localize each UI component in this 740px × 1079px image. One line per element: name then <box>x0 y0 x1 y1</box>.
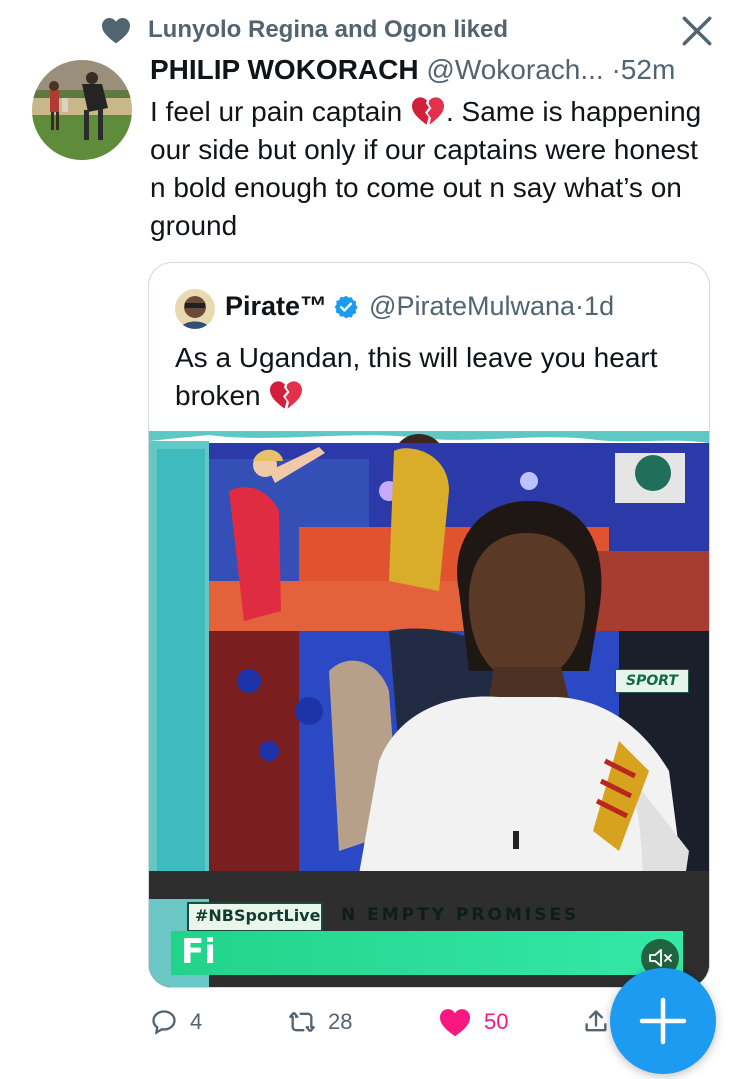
verified-badge-icon <box>334 295 358 318</box>
retweet-icon <box>289 1011 315 1033</box>
retweet-count: 28 <box>328 1009 353 1034</box>
broken-heart-icon <box>411 97 444 125</box>
author-avatar[interactable] <box>32 60 132 160</box>
compose-button[interactable] <box>610 968 716 1074</box>
hashtag-strip: #NBSportLive <box>187 902 323 932</box>
author-name[interactable]: PHILIP WOKORACH <box>150 54 419 85</box>
quoted-separator-dot: · <box>575 291 585 321</box>
quoted-author-name[interactable]: Pirate™ <box>225 291 327 322</box>
like-count: 50 <box>484 1009 509 1034</box>
video-hashtag: #NBSportLive <box>195 906 321 925</box>
social-context[interactable]: Lunyolo Regina and Ogon liked <box>100 14 508 46</box>
close-icon[interactable] <box>678 12 716 50</box>
video-player[interactable]: SPORT #NBSportLive N EMPTY PROMISES Fi <box>149 431 709 987</box>
reply-button[interactable]: 4 <box>150 1004 202 1040</box>
separator-dot: · <box>611 54 621 85</box>
broken-heart-icon <box>270 381 303 409</box>
plus-icon <box>639 997 687 1045</box>
quoted-tweet[interactable]: Pirate™ @PirateMulwana · 1d As a Ugandan,… <box>148 262 710 988</box>
tweet-time[interactable]: 52m <box>621 54 675 85</box>
like-button[interactable]: 50 <box>438 1004 508 1040</box>
sport-badge: SPORT <box>615 669 689 693</box>
quoted-text-body: As a Ugandan, this will leave you heart … <box>175 342 658 411</box>
share-button[interactable] <box>582 1004 610 1040</box>
tweet-text-part-1: I feel ur pain captain <box>150 96 410 127</box>
heart-filled-icon <box>440 1009 470 1037</box>
share-icon <box>585 1010 607 1032</box>
retweet-button[interactable]: 28 <box>288 1004 352 1040</box>
quoted-author-avatar[interactable] <box>175 289 215 329</box>
tweet-header[interactable]: PHILIP WOKORACH @Wokorach... ·52m <box>150 54 675 86</box>
quoted-text: As a Ugandan, this will leave you heart … <box>175 339 695 415</box>
ticker-text: N EMPTY PROMISES <box>341 905 580 921</box>
quoted-header[interactable]: Pirate™ @PirateMulwana · 1d <box>225 291 614 322</box>
reply-count: 4 <box>190 1009 203 1034</box>
quoted-author-handle[interactable]: @PirateMulwana <box>369 291 575 322</box>
reply-icon <box>152 1010 176 1035</box>
tweet-text: I feel ur pain captain . Same is happeni… <box>150 93 710 245</box>
lower-third-name: Fi <box>181 932 216 972</box>
lower-third-banner: Fi <box>171 931 683 975</box>
author-handle[interactable]: @Wokorach... <box>426 54 603 85</box>
heart-icon <box>102 18 130 44</box>
social-context-text: Lunyolo Regina and Ogon liked <box>148 16 509 43</box>
quoted-tweet-time[interactable]: 1d <box>584 291 614 322</box>
